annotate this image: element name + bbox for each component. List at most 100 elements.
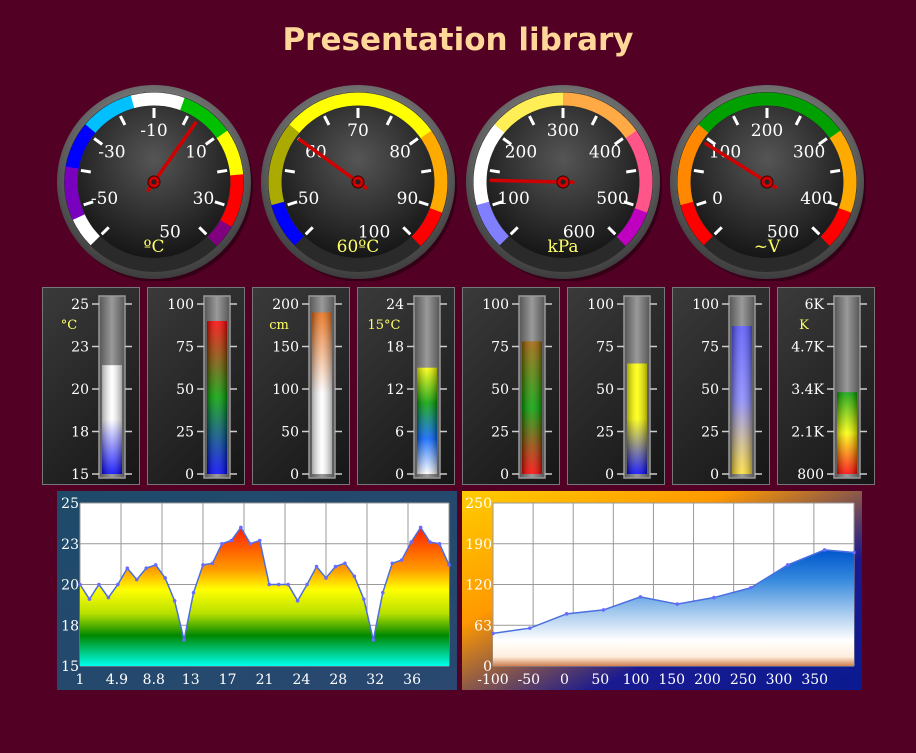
gauge-arc-segment <box>693 225 709 240</box>
gauge-arc-segment <box>478 143 495 156</box>
gauge-arc-segment <box>401 108 417 124</box>
y-tick-label: 120 <box>465 578 492 594</box>
gauge-arc-segment <box>431 158 447 170</box>
gauge-pivot-center <box>560 179 566 185</box>
data-point <box>116 582 120 587</box>
gauge-arc-segment <box>832 214 849 228</box>
gauge-arc-segment <box>476 150 492 163</box>
gauge-arc-segment <box>289 118 305 133</box>
chart-svg: 063120190250-100 -50 0 50 100 150 200 250 300 350 <box>462 491 862 690</box>
gauge-arc-segment <box>216 220 232 235</box>
thermometer-shade <box>837 392 857 474</box>
gauge-arc-segment <box>612 113 627 129</box>
gauge-voltage: 0 100 200 300 400 500 ~V <box>668 83 866 281</box>
gauge-tick <box>284 168 296 174</box>
gauge-arc-segment <box>220 137 236 151</box>
gauge-arc-segment <box>173 95 186 111</box>
thermometer-label: 75 <box>701 340 719 356</box>
gauge-arc-segment <box>493 230 509 246</box>
gauge-arc-segment <box>429 151 445 164</box>
gauge-arc-segment <box>334 93 346 109</box>
gauge-arc-segment <box>793 97 806 114</box>
gauge-arc-segment <box>821 118 837 134</box>
gauge-arc-segment <box>489 123 505 139</box>
gauge-arc-segment <box>65 157 81 169</box>
gauge-arc-segment <box>682 143 699 156</box>
area-chart-profile: 0 63 120 190 250 -100 -50 0 50 100 150 200 250 300 350 <box>462 491 862 690</box>
gauge-arc-segment <box>109 100 123 116</box>
thermometer-label: 0 <box>185 467 194 483</box>
y-tick-label: 18 <box>61 618 79 634</box>
gauge-arc-segment <box>216 130 232 145</box>
gauge-arc-segment <box>825 225 841 241</box>
thermometer-label: 4.7K <box>791 340 824 356</box>
gauge-arc-segment <box>505 108 520 124</box>
thermometer-label: 2.1K <box>791 425 824 441</box>
gauge-tick <box>216 168 228 174</box>
gauge-arc-segment <box>829 130 845 145</box>
gauge-tick-label: -10 <box>140 121 167 141</box>
gauge-arc-segment <box>276 136 293 150</box>
thermometer-label: 75 <box>491 340 509 356</box>
gauge-arc-segment <box>511 104 526 120</box>
data-point <box>785 563 790 567</box>
x-tick-label: 1 <box>76 672 85 688</box>
x-tick-label: 350 <box>801 672 828 688</box>
gauge-arc-segment <box>697 230 713 246</box>
gauge-arc-segment <box>123 95 136 111</box>
gauge-pivot-center <box>764 179 770 185</box>
thermometer-shade <box>732 326 752 474</box>
gauge-arc-segment <box>634 201 650 214</box>
gauge-arc-segment <box>638 188 653 199</box>
gauge-arc-segment <box>102 104 117 120</box>
thermometer-7: 100 75 50 25 0 <box>672 287 770 485</box>
thermometer-shade <box>627 363 647 474</box>
x-tick-label: 0 <box>560 672 569 688</box>
gauge-arc-segment <box>634 151 650 164</box>
x-tick-label: 150 <box>658 672 685 688</box>
gauge-arc-segment <box>276 213 292 227</box>
thermometer-label: 0 <box>710 467 719 483</box>
gauge-arc-segment <box>76 219 92 234</box>
y-tick-label: 23 <box>61 537 79 553</box>
gauge-arc-segment <box>595 100 609 117</box>
thermometer-8: 6K 4.7K 3.4K 2.1K 800 K <box>777 287 875 485</box>
gauge-tick <box>829 168 841 174</box>
data-point <box>295 599 300 603</box>
data-point <box>822 548 827 552</box>
thermometer-label: 15 <box>71 467 89 483</box>
gauge-arc-segment <box>601 104 616 120</box>
data-point <box>437 541 442 546</box>
gauge-arc-segment <box>84 230 100 246</box>
gauge-arc-segment <box>167 93 179 109</box>
gauge-arc-segment <box>689 219 705 234</box>
gauge-arc-segment <box>825 124 841 139</box>
gauge-arc-segment <box>222 208 239 221</box>
gauge-arc-segment <box>223 144 239 157</box>
thermometer-label: 50 <box>701 382 719 398</box>
gauge-arc-segment <box>589 97 602 114</box>
gauge-tick-label: 10 <box>185 142 207 162</box>
x-tick-label: -100 <box>477 672 508 688</box>
gauge-tick-label: 100 <box>497 189 529 209</box>
gauge-tick-label: 200 <box>505 142 537 162</box>
gauge-arc-segment <box>677 165 692 176</box>
gauge-arc-segment <box>268 187 283 198</box>
thermometer-6: 100 75 50 25 0 <box>567 287 665 485</box>
data-point <box>447 563 451 567</box>
data-point <box>286 582 290 587</box>
gauge-arc-segment <box>786 95 799 111</box>
gauge-arc-segment <box>268 165 283 176</box>
gauge-arc-segment <box>85 118 101 133</box>
gauge-arc-segment <box>227 158 243 170</box>
gauge-tick-label: -30 <box>98 142 125 162</box>
x-tick-label: 17 <box>219 672 237 688</box>
x-tick-label: 200 <box>694 672 721 688</box>
gauge-arc-segment <box>396 104 411 120</box>
gauge-arc-segment <box>751 92 762 107</box>
thermometer-label: 18 <box>71 425 89 441</box>
gauge-arc-segment <box>271 200 287 213</box>
thermometer-label: 25 <box>596 425 614 441</box>
data-point <box>675 602 679 606</box>
gauge-arc-segment <box>638 166 653 177</box>
